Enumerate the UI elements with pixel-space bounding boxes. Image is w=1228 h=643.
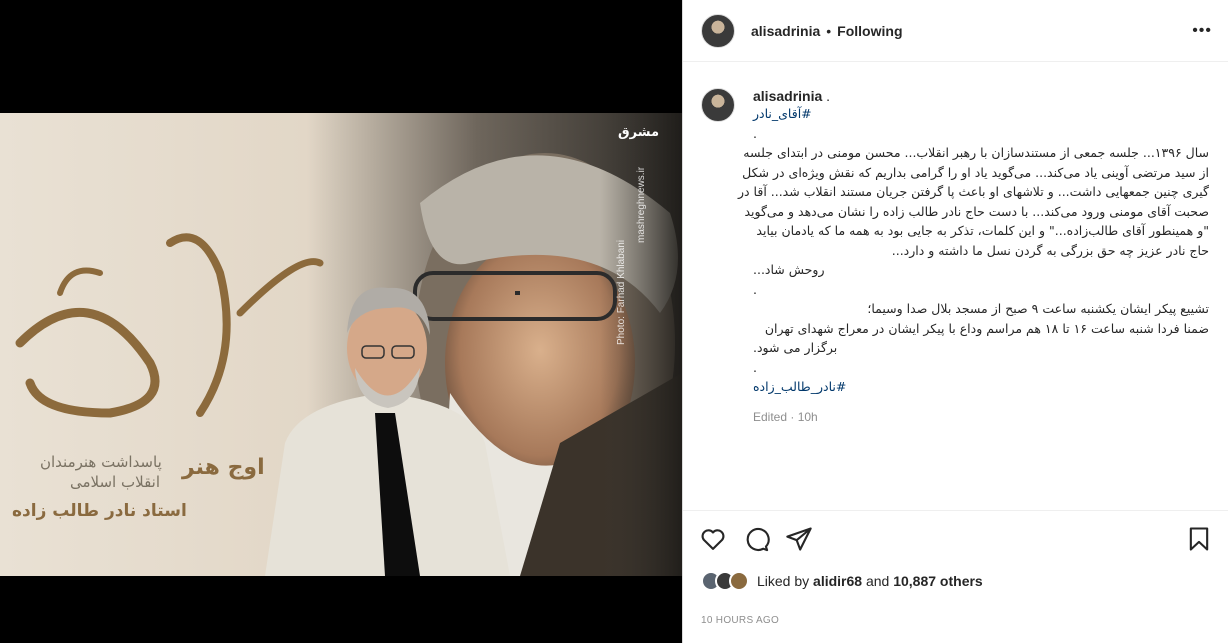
edited-timestamp: Edited · 10h [753, 409, 818, 424]
poster-subtitle-4: استاد نادر طالب زاده [12, 501, 187, 521]
caption-line: ضمنا فردا شنبه ساعت ۱۶ تا ۱۸ هم مراسم ود… [764, 320, 1209, 336]
caption-line: از سید مرتضی آوینی یاد می‌کند... می‌گوید… [742, 164, 1209, 180]
liker-avatar[interactable] [729, 571, 749, 591]
caption-body: alisadrinia . #آقای_نادر . سال ۱۳۹۶... ج… [737, 88, 1209, 510]
likes-row: Liked by alidir68 and 10,887 others [701, 571, 983, 591]
caption-line: . [753, 125, 757, 141]
caption-username[interactable]: alisadrinia [753, 88, 822, 104]
caption-line: "و همینطور آقای طالب‌زاده..." و این کلما… [756, 223, 1209, 238]
liker-username[interactable]: alidir68 [813, 573, 862, 589]
poster-subtitle-2: پاسداشت هنرمندان [40, 453, 162, 471]
likes-middle: and [862, 573, 894, 589]
action-icons-row [699, 525, 1213, 553]
likes-count[interactable]: 10,887 others [893, 573, 983, 589]
author-username[interactable]: alisadrinia [751, 23, 820, 39]
caption-line: سال ۱۳۹۶... جلسه جمعی از مستندسازان با ر… [743, 145, 1209, 160]
caption-line: صحبت آقای مومنی ورود می‌کند... با دست حا… [744, 203, 1209, 219]
comment-icon[interactable] [742, 525, 770, 553]
post-header: alisadrinia • Following ••• [683, 0, 1228, 62]
instagram-post-view: اوج هنر پاسداشت هنرمندان انقلاب اسلامی ا… [0, 0, 1228, 643]
caption-text: #آقای_نادر . سال ۱۳۹۶... جلسه جمعی از مس… [737, 104, 1209, 397]
caption-section: alisadrinia . #آقای_نادر . سال ۱۳۹۶... ج… [683, 62, 1228, 510]
likes-text: Liked by alidir68 and 10,887 others [757, 573, 983, 589]
photo-site-text: mashreghnews.ir [636, 166, 647, 243]
separator-dot: • [826, 22, 832, 39]
caption-author-avatar[interactable] [701, 88, 735, 122]
post-time-ago[interactable]: 10 HOURS AGO [701, 615, 779, 626]
caption-line: . [753, 359, 757, 375]
caption-line: برگزار می شود. [753, 340, 838, 355]
caption-username-line: alisadrinia . [753, 88, 1209, 104]
caption-line: تشییع پیکر ایشان یکشنبه ساعت ۹ صبح از مس… [867, 301, 1209, 316]
save-icon[interactable] [1185, 525, 1213, 553]
poster-subtitle-1: اوج هنر [182, 455, 265, 480]
hashtag-bottom[interactable]: #نادر_طالب_زاده [753, 377, 1209, 397]
poster-subtitle-3: انقلاب اسلامی [70, 473, 160, 491]
caption-user-suffix: . [826, 88, 831, 104]
heart-icon[interactable] [699, 525, 727, 553]
author-avatar[interactable] [701, 13, 735, 48]
following-button[interactable]: Following [837, 23, 902, 39]
hashtag-top[interactable]: #آقای_نادر [753, 104, 1209, 124]
post-media: اوج هنر پاسداشت هنرمندان انقلاب اسلامی ا… [0, 0, 682, 643]
more-options-icon[interactable]: ••• [1192, 22, 1212, 40]
caption-line: . [753, 281, 757, 297]
post-side-panel: alisadrinia • Following ••• alisadrinia … [682, 0, 1228, 643]
caption-line: حاج نادر عزیز چه حق بزرگی به گردن نسل ما… [891, 242, 1209, 258]
photo-credit: Photo: Farhad Khlabani mashreghnews.ir [616, 113, 674, 576]
caption-line: گیری چنین جمعهایی داشت... و تلاشهای او ب… [737, 184, 1209, 199]
post-photo[interactable]: اوج هنر پاسداشت هنرمندان انقلاب اسلامی ا… [0, 113, 682, 576]
photo-credit-text: Photo: Farhad Khlabani [616, 239, 627, 345]
caption-line: روحش شاد... [753, 262, 825, 277]
likes-prefix: Liked by [757, 573, 814, 589]
share-icon[interactable] [785, 525, 813, 553]
post-actions: Liked by alidir68 and 10,887 others 10 H… [683, 510, 1228, 643]
